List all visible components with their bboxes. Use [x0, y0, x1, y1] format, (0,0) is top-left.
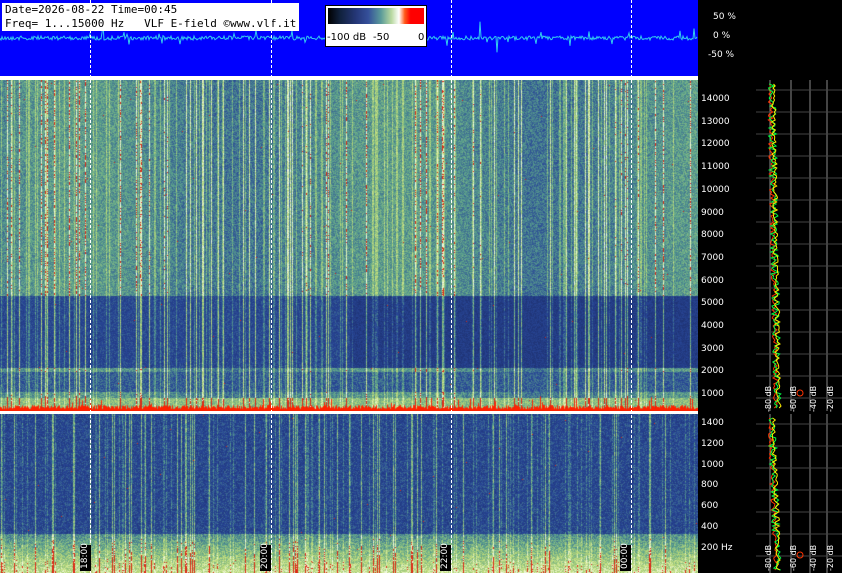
colorbar-min-label: -100 dB [327, 32, 367, 43]
frequency-tick-label: 7000 [701, 252, 724, 263]
frequency-tick-label: 400 [701, 522, 719, 532]
colorbar-legend: -100 dB -50 0 [325, 5, 427, 47]
frequency-tick-label: 8000 [701, 230, 724, 241]
spectrum-profile-upper [756, 80, 842, 411]
frequency-tick-label: 1000 [701, 389, 724, 400]
frequency-tick-label: 600 [701, 501, 719, 512]
frequency-tick-label: 11000 [701, 162, 730, 173]
info-box: Date=2026-08-22 Time=00:45 Freq= 1...150… [2, 3, 300, 31]
frequency-tick-label: 14000 [701, 94, 730, 104]
db-label: -80 dB [764, 385, 773, 412]
time-label-0000: 00:00 [620, 543, 631, 571]
scale-label-minus50: -50 % [708, 50, 735, 60]
vlf-spectrogram-window: Date=2026-08-22 Time=00:45 Freq= 1...150… [0, 0, 842, 573]
frequency-tick-label: 3000 [701, 343, 724, 354]
db-label: -40 dB [809, 385, 818, 412]
time-label-2200: 22:00 [440, 543, 451, 571]
frequency-tick-label: 12000 [701, 139, 730, 150]
frequency-tick-label: 5000 [701, 298, 724, 309]
time-gridline [451, 0, 452, 573]
db-label: -60 dB [789, 385, 798, 412]
db-label: -60 dB [789, 544, 798, 571]
spectrogram-upper [0, 80, 698, 411]
db-label: -20 dB [826, 544, 835, 571]
time-label-1800: 18:00 [80, 543, 91, 571]
colorbar-max-label: 0 [418, 32, 425, 43]
time-gridline [631, 0, 632, 573]
db-label: -40 dB [809, 544, 818, 571]
frequency-tick-label: 200 Hz [701, 542, 733, 553]
frequency-tick-label: 10000 [701, 184, 730, 195]
db-label: -80 dB [764, 544, 773, 571]
frequency-tick-label: 800 [701, 480, 719, 491]
frequency-tick-label: 1000 [701, 459, 724, 470]
colorbar-gradient [328, 8, 424, 24]
spectrogram-lower [0, 414, 698, 573]
frequency-tick-label: 1400 [701, 418, 724, 428]
time-label-2000: 20:00 [260, 543, 271, 571]
scale-label-plus50: 50 % [713, 12, 736, 22]
frequency-tick-label: 4000 [701, 321, 724, 331]
time-gridline [271, 0, 272, 573]
frequency-axis-lower: 1400 1200 1000 800 600 400 200 Hz [698, 414, 756, 573]
time-gridline [90, 0, 91, 573]
frequency-source-label: Freq= 1...15000 Hz VLF E-field ©www.vlf.… [2, 17, 300, 31]
db-label: -20 dB [826, 385, 835, 412]
colorbar-mid-label: -50 [373, 32, 390, 43]
frequency-tick-label: 9000 [701, 207, 724, 218]
waveform-scale: 50 % 0 % -50 % [700, 0, 842, 76]
frequency-axis-upper: 14000 13000 12000 11000 10000 9000 8000 7000 600… [698, 80, 756, 411]
scale-label-zero: 0 % [713, 31, 731, 41]
frequency-tick-label: 6000 [701, 275, 724, 286]
frequency-tick-label: 2000 [701, 366, 724, 377]
frequency-tick-label: 13000 [701, 116, 730, 127]
date-time-label: Date=2026-08-22 Time=00:45 [2, 3, 300, 17]
frequency-tick-label: 1200 [701, 438, 724, 449]
